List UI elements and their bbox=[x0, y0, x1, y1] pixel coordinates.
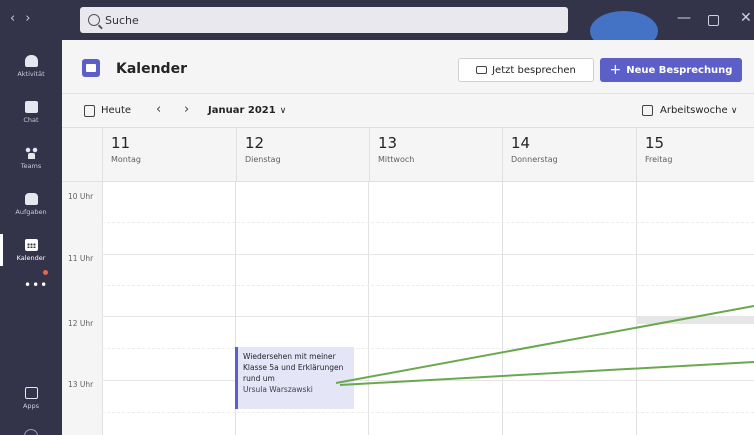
rail-item-label: Apps bbox=[22, 401, 40, 410]
rail-item-activity[interactable]: Aktivität bbox=[0, 44, 62, 88]
search-input[interactable]: Suche bbox=[80, 7, 568, 33]
day-number: 14 bbox=[511, 134, 531, 152]
chevron-left-icon[interactable]: ‹ bbox=[156, 102, 161, 117]
rail-item-label: Aktivität bbox=[17, 69, 45, 78]
chevron-down-icon: ∨ bbox=[279, 106, 287, 116]
event-organizer: Ursula Warszawski bbox=[243, 385, 313, 394]
help-icon[interactable] bbox=[24, 429, 38, 435]
time-label: 12 Uhr bbox=[68, 319, 94, 328]
time-column: 10 Uhr 11 Uhr 12 Uhr 13 Uhr bbox=[62, 182, 102, 435]
notification-dot bbox=[43, 270, 48, 275]
day-name: Montag bbox=[111, 155, 141, 164]
chevron-down-icon: ∨ bbox=[730, 106, 738, 116]
page-title: Kalender bbox=[116, 61, 187, 77]
half-hour-line bbox=[102, 222, 754, 223]
history-nav: ‹› bbox=[10, 11, 40, 26]
rail-item-label: Teams bbox=[20, 161, 42, 170]
rail-item-chat[interactable]: Chat bbox=[0, 90, 62, 134]
new-meeting-button[interactable]: + Neue Besprechung bbox=[600, 58, 742, 82]
half-hour-line bbox=[102, 412, 754, 413]
day-header-thursday[interactable]: 14 Donnerstag bbox=[502, 128, 636, 182]
day-header-spacer bbox=[62, 128, 102, 182]
day-header-friday[interactable]: 15 Freitag bbox=[636, 128, 754, 182]
apps-icon bbox=[24, 386, 38, 399]
teams-app: ‹› Suche — ✕ Aktivität Chat Teams Aufgab… bbox=[0, 0, 754, 435]
half-hour-line bbox=[102, 348, 754, 349]
day-name: Freitag bbox=[645, 155, 673, 164]
rail-item-label: Chat bbox=[23, 115, 39, 124]
day-header-monday[interactable]: 11 Montag bbox=[102, 128, 236, 182]
month-label: Januar 2021 bbox=[208, 105, 276, 116]
assignments-icon bbox=[24, 192, 38, 205]
today-button[interactable]: Heute bbox=[101, 105, 131, 116]
day-column-friday[interactable] bbox=[636, 182, 637, 435]
day-name: Donnerstag bbox=[511, 155, 558, 164]
rail-item-teams[interactable]: Teams bbox=[0, 136, 62, 180]
app-rail: Aktivität Chat Teams Aufgaben Kalender •… bbox=[0, 40, 62, 435]
busy-block bbox=[636, 316, 754, 324]
day-header-tuesday[interactable]: 12 Dienstag bbox=[236, 128, 369, 182]
close-icon[interactable]: ✕ bbox=[740, 10, 752, 26]
meet-now-label: Jetzt besprechen bbox=[492, 64, 576, 76]
chat-icon bbox=[24, 100, 38, 113]
camera-icon bbox=[476, 66, 488, 74]
event-title: Wiedersehen mit meiner Klasse 5a und Erk… bbox=[243, 352, 344, 383]
meet-now-button[interactable]: Jetzt besprechen bbox=[458, 58, 594, 82]
view-selector[interactable]: Arbeitswoche ∨ bbox=[660, 105, 737, 116]
view-label: Arbeitswoche bbox=[660, 105, 728, 116]
day-name: Mittwoch bbox=[378, 155, 415, 164]
day-name: Dienstag bbox=[245, 155, 281, 164]
hour-line bbox=[102, 254, 754, 255]
time-label: 10 Uhr bbox=[68, 192, 94, 201]
calendar-grid[interactable]: 10 Uhr 11 Uhr 12 Uhr 13 Uhr bbox=[62, 182, 754, 435]
day-number: 11 bbox=[111, 134, 131, 152]
rail-item-calendar[interactable]: Kalender bbox=[0, 228, 62, 272]
week-view-icon bbox=[642, 105, 653, 116]
rail-item-assignments[interactable]: Aufgaben bbox=[0, 182, 62, 226]
minimize-icon[interactable]: — bbox=[677, 10, 691, 26]
hour-line bbox=[102, 380, 754, 381]
time-label: 11 Uhr bbox=[68, 254, 94, 263]
rail-item-label: Kalender bbox=[16, 253, 46, 262]
calendar-icon bbox=[24, 238, 38, 251]
calendar-header: Kalender Jetzt besprechen + Neue Besprec… bbox=[62, 40, 754, 94]
forward-arrow-icon[interactable]: › bbox=[25, 11, 40, 26]
month-picker[interactable]: Januar 2021 ∨ bbox=[208, 105, 286, 116]
rail-item-apps[interactable]: Apps bbox=[0, 376, 62, 420]
day-number: 12 bbox=[245, 134, 265, 152]
title-bar: ‹› Suche — ✕ bbox=[0, 0, 754, 51]
day-number: 15 bbox=[645, 134, 665, 152]
time-label: 13 Uhr bbox=[68, 380, 94, 389]
bell-icon bbox=[24, 54, 38, 67]
new-meeting-label: Neue Besprechung bbox=[626, 64, 733, 76]
maximize-icon[interactable] bbox=[708, 15, 719, 26]
calendar-badge-icon bbox=[82, 59, 100, 77]
rail-item-label: Aufgaben bbox=[15, 207, 47, 216]
today-icon bbox=[84, 105, 95, 117]
day-number: 13 bbox=[378, 134, 398, 152]
teams-icon bbox=[24, 146, 38, 159]
calendar-event[interactable]: Wiedersehen mit meiner Klasse 5a und Erk… bbox=[235, 347, 354, 409]
back-arrow-icon[interactable]: ‹ bbox=[10, 11, 25, 26]
day-column-thursday[interactable] bbox=[502, 182, 503, 435]
calendar-toolbar: Heute ‹ › Januar 2021 ∨ Arbeitswoche ∨ bbox=[62, 94, 754, 128]
plus-icon: + bbox=[609, 62, 622, 78]
day-column-wednesday[interactable] bbox=[368, 182, 369, 435]
more-apps-icon[interactable]: ••• bbox=[24, 278, 48, 292]
day-column-monday[interactable] bbox=[102, 182, 103, 435]
half-hour-line bbox=[102, 285, 754, 286]
search-placeholder: Suche bbox=[105, 13, 139, 27]
chevron-right-icon[interactable]: › bbox=[184, 102, 189, 117]
search-icon bbox=[88, 14, 100, 26]
day-header-wednesday[interactable]: 13 Mittwoch bbox=[369, 128, 502, 182]
